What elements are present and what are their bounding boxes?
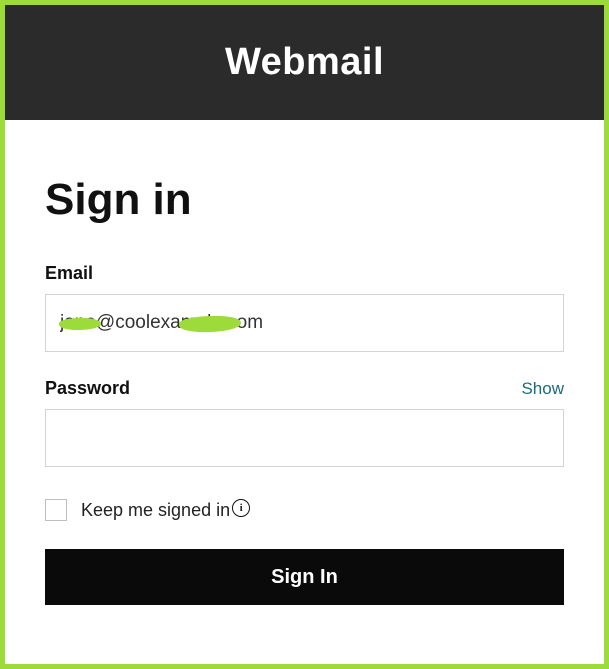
app-frame: Webmail Sign in Email Password Show Keep…: [0, 0, 609, 669]
keep-signed-text: Keep me signed in: [81, 500, 230, 521]
password-label-row: Password Show: [45, 378, 564, 399]
signin-panel: Sign in Email Password Show Keep me sign…: [5, 120, 604, 635]
password-field[interactable]: [45, 409, 564, 467]
app-title: Webmail: [225, 41, 384, 84]
signin-button[interactable]: Sign In: [45, 549, 564, 605]
email-label: Email: [45, 263, 564, 284]
password-label: Password: [45, 378, 130, 399]
keep-signed-checkbox[interactable]: [45, 499, 67, 521]
keep-signed-row: Keep me signed in i: [45, 499, 564, 521]
keep-signed-label: Keep me signed in i: [81, 500, 250, 521]
email-field-wrap: [45, 294, 564, 352]
page-title: Sign in: [45, 175, 564, 225]
show-password-link[interactable]: Show: [521, 379, 564, 399]
info-icon[interactable]: i: [232, 499, 250, 517]
header-bar: Webmail: [5, 5, 604, 120]
email-field[interactable]: [45, 294, 564, 352]
